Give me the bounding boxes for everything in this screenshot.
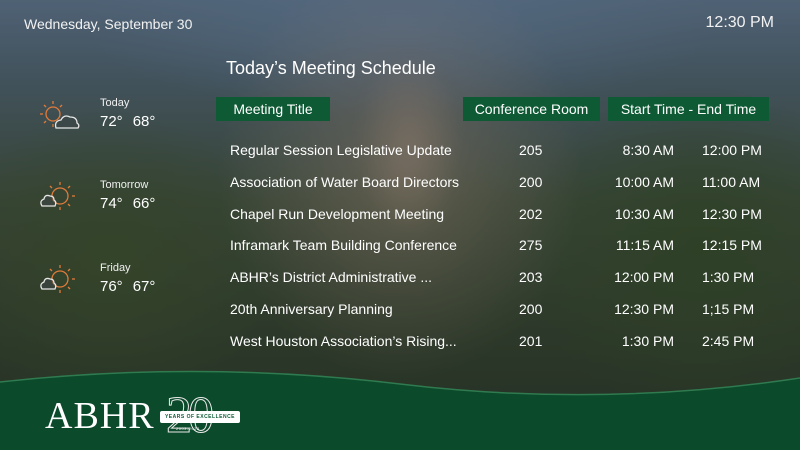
excellence-ribbon: YEARS OF EXCELLENCE [160, 411, 240, 423]
anniversary-years: 2003-2023 [176, 426, 200, 431]
schedule-title: Today’s Meeting Schedule [226, 58, 436, 78]
start-time: 11:15 AM [615, 237, 674, 253]
meeting-title: West Houston Association’s Rising... [230, 333, 457, 349]
meeting-title: Regular Session Legislative Update [230, 142, 452, 158]
end-time: 12:30 PM [702, 206, 762, 222]
table-row: 20th Anniversary Planning 200 12:30 PM 1… [0, 301, 800, 323]
header-meeting-title: Meeting Title [216, 97, 330, 121]
table-row: West Houston Association’s Rising... 201… [0, 333, 800, 355]
end-time: 12:00 PM [702, 142, 762, 158]
partly-cloudy-sun-icon [40, 101, 80, 129]
current-time: 12:30 PM [705, 14, 774, 31]
start-time: 12:30 PM [614, 301, 674, 317]
conference-room: 200 [519, 174, 543, 190]
start-time: 8:30 AM [622, 142, 674, 158]
table-row: Chapel Run Development Meeting 202 10:30… [0, 206, 800, 228]
table-row: ABHR’s District Administrative ... 203 1… [0, 269, 800, 291]
start-time: 10:00 AM [614, 174, 674, 190]
meeting-title: ABHR’s District Administrative ... [230, 269, 433, 285]
conference-room: 205 [519, 142, 543, 158]
table-row: Inframark Team Building Conference 275 1… [0, 237, 800, 259]
weather-high: 72° [100, 113, 123, 130]
weather-temps: 72° 68° [100, 113, 165, 130]
start-time: 1:30 PM [621, 333, 674, 349]
conference-room: 203 [519, 269, 543, 285]
weather-today: Today 72° 68° [36, 97, 186, 147]
meeting-title: Inframark Team Building Conference [230, 237, 457, 253]
meeting-title: Association of Water Board Directors [230, 174, 460, 190]
table-row: Regular Session Legislative Update 205 8… [0, 142, 800, 164]
weather-day-label: Today [100, 97, 130, 109]
weather-low: 68° [132, 113, 156, 130]
conference-room: 275 [519, 237, 543, 253]
table-row: Association of Water Board Directors 200… [0, 174, 800, 196]
abhr-logo-text: ABHR [45, 395, 155, 437]
end-time: 12:15 PM [702, 237, 762, 253]
current-date: Wednesday, September 30 [24, 16, 193, 32]
end-time: 2:45 PM [702, 333, 755, 349]
end-time: 1:30 PM [702, 269, 755, 285]
start-time: 12:00 PM [614, 269, 674, 285]
conference-room: 201 [519, 333, 543, 349]
end-time: 11:00 AM [702, 174, 761, 190]
meeting-title: Chapel Run Development Meeting [230, 206, 445, 222]
meeting-title: 20th Anniversary Planning [230, 301, 393, 317]
header-start-end-time: Start Time - End Time [608, 97, 769, 121]
conference-room: 202 [519, 206, 543, 222]
start-time: 10:30 AM [614, 206, 674, 222]
header-conference-room: Conference Room [463, 97, 600, 121]
conference-room: 200 [519, 301, 543, 317]
end-time: 1;15 PM [702, 301, 755, 317]
